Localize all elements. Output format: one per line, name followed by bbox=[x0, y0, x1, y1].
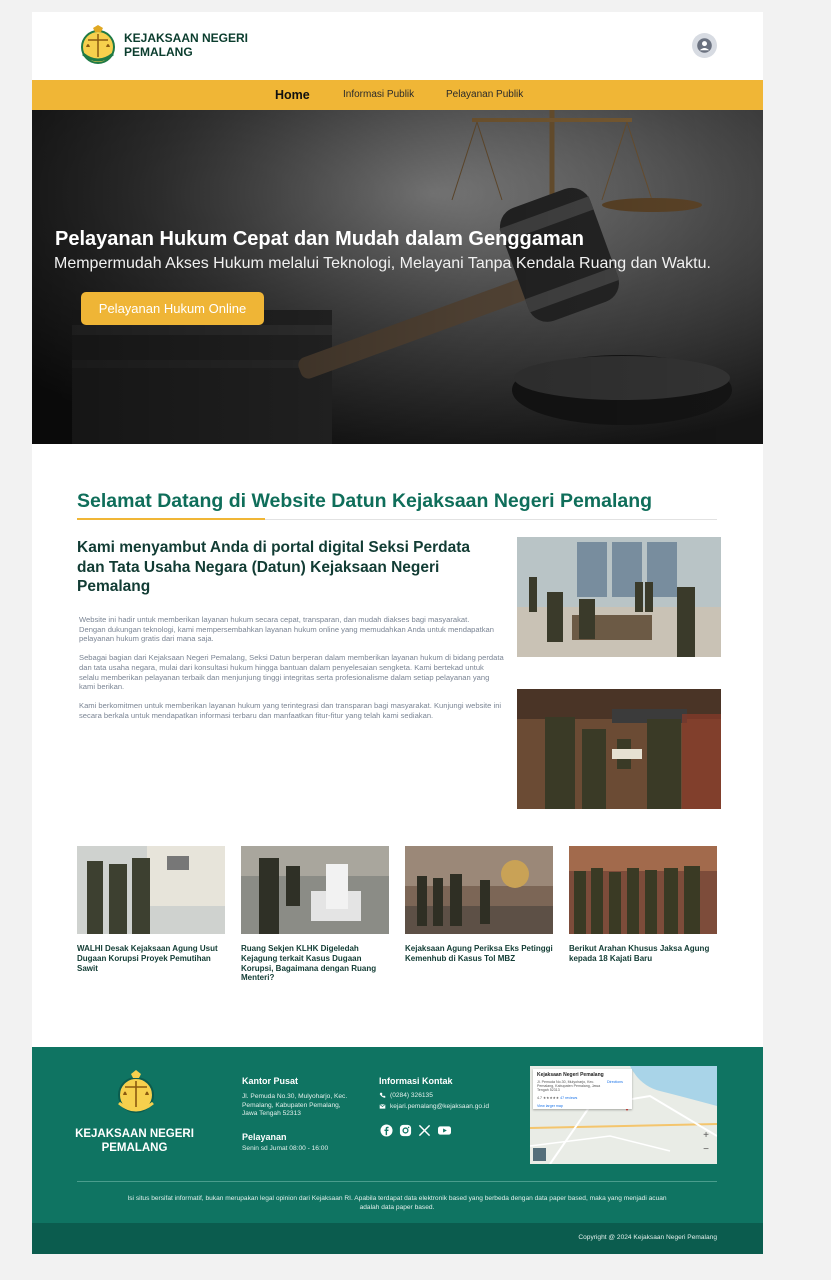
intro-heading: Kami menyambut Anda di portal digital Se… bbox=[77, 539, 471, 595]
online-legal-service-button[interactable]: Pelayanan Hukum Online bbox=[81, 292, 264, 325]
kejaksaan-logo-icon bbox=[81, 25, 115, 64]
news-image bbox=[77, 846, 225, 934]
news-title: Ruang Sekjen KLHK Digeledah Kejagung ter… bbox=[241, 944, 377, 983]
site-footer: KEJAKSAAN NEGERI PEMALANG Kantor Pusat J… bbox=[32, 1047, 763, 1223]
user-circle-icon bbox=[697, 38, 712, 53]
intro-body: Website ini hadir untuk memberikan layan… bbox=[79, 615, 504, 730]
footer-disclaimer: Isi situs bersifat informatif, bukan mer… bbox=[127, 1195, 667, 1212]
intro-paragraph: Website ini hadir untuk memberikan layan… bbox=[79, 615, 494, 644]
map-larger-link[interactable]: View larger map bbox=[537, 1104, 563, 1108]
office-title: Kantor Pusat bbox=[242, 1076, 299, 1086]
hero-title: Pelayanan Hukum Cepat dan Mudah dalam Ge… bbox=[55, 228, 585, 250]
map-rating: 4.7 ★★★★★ 47 reviews bbox=[537, 1096, 578, 1100]
map-place-name: Kejaksaan Negeri Pemalang bbox=[537, 1072, 604, 1078]
news-title: WALHI Desak Kejaksaan Agung Usut Dugaan … bbox=[77, 944, 218, 973]
brand-link[interactable]: KEJAKSAAN NEGERI PEMALANG bbox=[77, 24, 254, 66]
news-title: Berikut Arahan Khusus Jaksa Agung kepada… bbox=[569, 944, 710, 963]
hero-banner: Pelayanan Hukum Cepat dan Mudah dalam Ge… bbox=[32, 110, 763, 444]
ceremony-photo-2 bbox=[517, 689, 721, 809]
email-address: kejari.pemalang@kejaksaan.go.id bbox=[390, 1103, 490, 1110]
news-image bbox=[241, 846, 389, 934]
footer-brand-line1: KEJAKSAAN NEGERI bbox=[75, 1128, 194, 1140]
main-navbar: Home Informasi Publik Pelayanan Publik bbox=[32, 80, 763, 110]
map-reviews-link[interactable]: 47 reviews bbox=[560, 1096, 577, 1100]
contact-title: Informasi Kontak bbox=[379, 1076, 453, 1086]
service-hours: Senin sd Jumat 08:00 - 16:00 bbox=[242, 1145, 329, 1152]
map-zoom-in-button[interactable]: + bbox=[700, 1130, 712, 1142]
email-icon bbox=[379, 1104, 386, 1109]
news-title: Kejaksaan Agung Periksa Eks Petinggi Kem… bbox=[405, 944, 553, 963]
nav-home[interactable]: Home bbox=[275, 80, 310, 110]
news-card[interactable]: Berikut Arahan Khusus Jaksa Agung kepada… bbox=[569, 846, 717, 964]
facebook-icon[interactable] bbox=[380, 1124, 393, 1137]
news-image bbox=[405, 846, 553, 934]
map-info-card: Kejaksaan Negeri Pemalang Jl. Pemuda No.… bbox=[533, 1069, 632, 1109]
instagram-icon[interactable] bbox=[399, 1124, 412, 1137]
x-icon[interactable] bbox=[418, 1124, 431, 1137]
copyright: Copyright @ 2024 Kejaksaan Negeri Pemala… bbox=[578, 1234, 717, 1241]
map-zoom-out-button[interactable]: − bbox=[700, 1144, 712, 1156]
user-account-icon[interactable] bbox=[692, 33, 717, 58]
kejaksaan-logo-icon bbox=[118, 1070, 154, 1113]
intro-paragraph: Kami berkomitmen untuk memberikan layana… bbox=[79, 701, 502, 720]
phone-row[interactable]: (0284) 326135 bbox=[379, 1092, 433, 1099]
map-address: Jl. Pemuda No.30, Mulyoharjo, Kec. Pemal… bbox=[537, 1080, 601, 1093]
youtube-icon[interactable] bbox=[437, 1124, 452, 1137]
office-address: Jl. Pemuda No.30, Mulyoharjo, Kec. Pemal… bbox=[242, 1093, 348, 1118]
service-title: Pelayanan bbox=[242, 1132, 287, 1142]
welcome-accent-underline bbox=[77, 518, 265, 520]
welcome-title: Selamat Datang di Website Datun Kejaksaa… bbox=[77, 490, 653, 512]
gavel-hero-image bbox=[32, 110, 763, 444]
hero-subtitle: Mempermudah Akses Hukum melalui Teknolog… bbox=[54, 255, 711, 272]
news-image bbox=[569, 846, 717, 934]
footer-brand: KEJAKSAAN NEGERI PEMALANG bbox=[72, 1127, 197, 1155]
news-card[interactable]: WALHI Desak Kejaksaan Agung Usut Dugaan … bbox=[77, 846, 225, 973]
news-card[interactable]: Ruang Sekjen KLHK Digeledah Kejagung ter… bbox=[241, 846, 389, 983]
map-directions-link[interactable]: Directions bbox=[607, 1080, 623, 1084]
nav-pelayanan-publik[interactable]: Pelayanan Publik bbox=[446, 80, 523, 110]
site-header: KEJAKSAAN NEGERI PEMALANG bbox=[32, 12, 763, 80]
page: KEJAKSAAN NEGERI PEMALANG Home Informasi… bbox=[32, 12, 763, 1254]
nav-informasi-publik[interactable]: Informasi Publik bbox=[343, 80, 414, 110]
phone-icon bbox=[379, 1092, 386, 1098]
intro-paragraph: Sebagai bagian dari Kejaksaan Negeri Pem… bbox=[79, 653, 504, 692]
news-card[interactable]: Kejaksaan Agung Periksa Eks Petinggi Kem… bbox=[405, 846, 553, 964]
email-row[interactable]: kejari.pemalang@kejaksaan.go.id bbox=[379, 1103, 489, 1110]
footer-divider bbox=[77, 1181, 717, 1182]
brand-name-line2: PEMALANG bbox=[124, 45, 193, 59]
brand-name-line1: KEJAKSAAN NEGERI bbox=[124, 31, 249, 45]
footer-brand-line2: PEMALANG bbox=[101, 1142, 168, 1154]
footer-bottom-bar: Copyright @ 2024 Kejaksaan Negeri Pemala… bbox=[32, 1223, 763, 1254]
ceremony-photo-1 bbox=[517, 537, 721, 657]
location-map[interactable]: Kejaksaan Negeri Pemalang Jl. Pemuda No.… bbox=[530, 1066, 717, 1164]
phone-number: (0284) 326135 bbox=[390, 1092, 433, 1099]
